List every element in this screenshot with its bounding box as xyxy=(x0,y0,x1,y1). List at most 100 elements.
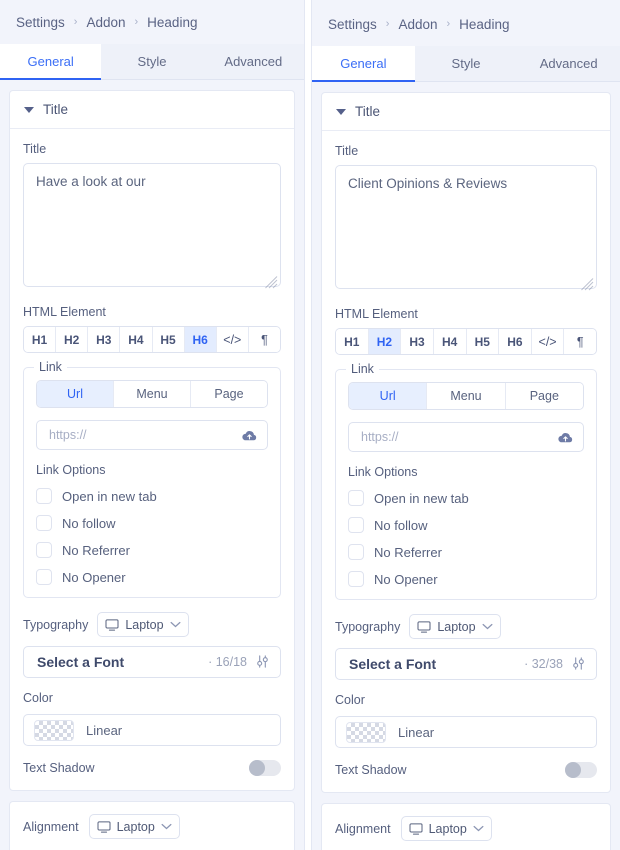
cloud-upload-icon[interactable] xyxy=(557,430,574,445)
color-swatch[interactable] xyxy=(346,721,386,743)
html-element-label: HTML Element xyxy=(335,307,418,321)
sliders-icon[interactable] xyxy=(571,657,586,671)
link-option-open-new-tab[interactable]: Open in new tab xyxy=(348,490,584,506)
html-element-code-icon[interactable]: </> xyxy=(531,329,565,354)
html-element-h2[interactable]: H2 xyxy=(56,327,89,352)
panel-content: Title Title HTML Element H1 xyxy=(312,82,620,850)
html-element-h6[interactable]: H6 xyxy=(184,327,217,352)
color-swatch[interactable] xyxy=(34,719,74,741)
html-element-h5[interactable]: H5 xyxy=(466,329,500,354)
link-url-input[interactable] xyxy=(49,428,241,442)
text-shadow-toggle[interactable] xyxy=(565,762,597,778)
checkbox-no-opener[interactable] xyxy=(36,569,52,585)
link-legend: Link xyxy=(34,360,67,374)
typography-device-select[interactable]: Laptop xyxy=(409,614,501,639)
title-section-body: Title HTML Element H1 H2 H3 H4 xyxy=(322,131,610,792)
tab-style[interactable]: Style xyxy=(101,44,202,79)
link-source-url[interactable]: Url xyxy=(349,383,428,409)
link-option-no-referrer[interactable]: No Referrer xyxy=(348,544,584,560)
font-selector[interactable]: Select a Font · 16/18 xyxy=(23,646,281,678)
link-option-no-opener[interactable]: No Opener xyxy=(36,569,268,585)
title-input[interactable] xyxy=(335,165,597,289)
link-source-menu[interactable]: Menu xyxy=(427,383,506,409)
checkbox-open-new-tab[interactable] xyxy=(348,490,364,506)
tab-advanced[interactable]: Advanced xyxy=(203,44,304,79)
link-source-page[interactable]: Page xyxy=(191,381,267,407)
font-selector[interactable]: Select a Font · 32/38 xyxy=(335,648,597,680)
html-element-label: HTML Element xyxy=(23,305,106,319)
tab-advanced[interactable]: Advanced xyxy=(517,46,620,81)
link-option-no-opener[interactable]: No Opener xyxy=(348,571,584,587)
text-shadow-row: Text Shadow xyxy=(335,762,597,778)
link-source-url[interactable]: Url xyxy=(37,381,114,407)
typography-device-label: Laptop xyxy=(125,617,164,632)
alignment-device-select[interactable]: Laptop xyxy=(88,814,180,839)
html-element-h1[interactable]: H1 xyxy=(24,327,57,352)
checkbox-no-follow[interactable] xyxy=(36,515,52,531)
breadcrumb-item-addon[interactable]: Addon xyxy=(398,17,437,32)
html-element-selector: H1 H2 H3 H4 H5 H6 </> ¶ xyxy=(23,326,281,353)
html-element-h3[interactable]: H3 xyxy=(88,327,121,352)
html-element-paragraph-icon[interactable]: ¶ xyxy=(248,327,280,352)
pilcrow-icon: ¶ xyxy=(261,332,268,347)
link-option-no-follow[interactable]: No follow xyxy=(348,517,584,533)
link-source-menu[interactable]: Menu xyxy=(114,381,191,407)
title-section-header[interactable]: Title xyxy=(322,93,610,131)
tab-style[interactable]: Style xyxy=(415,46,518,81)
cloud-upload-icon[interactable] xyxy=(241,428,258,443)
tab-general[interactable]: General xyxy=(0,44,102,80)
link-source-page[interactable]: Page xyxy=(505,383,583,409)
html-element-h1[interactable]: H1 xyxy=(336,329,369,354)
color-picker[interactable]: Linear xyxy=(335,716,597,748)
html-element-h6[interactable]: H6 xyxy=(499,329,532,354)
color-value-label: Linear xyxy=(86,722,123,738)
checkbox-label: No Opener xyxy=(374,571,438,587)
html-element-h2[interactable]: H2 xyxy=(368,329,402,354)
title-input[interactable] xyxy=(23,163,281,287)
color-picker[interactable]: Linear xyxy=(23,714,281,746)
alignment-device-select[interactable]: Laptop xyxy=(400,816,492,841)
text-shadow-toggle[interactable] xyxy=(249,760,281,776)
chevron-right-icon: › xyxy=(385,18,390,30)
link-legend: Link xyxy=(346,362,379,376)
html-element-paragraph-icon[interactable]: ¶ xyxy=(564,329,596,354)
checkbox-label: Open in new tab xyxy=(62,488,157,504)
text-shadow-row: Text Shadow xyxy=(23,760,281,776)
font-name-label: Select a Font xyxy=(37,654,125,670)
html-element-h3[interactable]: H3 xyxy=(401,329,434,354)
html-element-h4[interactable]: H4 xyxy=(120,327,153,352)
html-element-h4[interactable]: H4 xyxy=(433,329,467,354)
caret-down-icon xyxy=(336,108,346,115)
breadcrumb-item-heading[interactable]: Heading xyxy=(147,15,197,30)
link-option-open-new-tab[interactable]: Open in new tab xyxy=(36,488,268,504)
checkbox-label: No Referrer xyxy=(374,544,442,560)
checkbox-no-follow[interactable] xyxy=(348,517,364,533)
font-size-label: · 32/38 xyxy=(524,657,563,671)
html-element-h5[interactable]: H5 xyxy=(152,327,185,352)
breadcrumb-item-heading[interactable]: Heading xyxy=(459,17,509,32)
tab-general[interactable]: General xyxy=(312,46,415,82)
alignment-section-card: Alignment Laptop xyxy=(9,801,295,850)
title-section-card: Title Title HTML Element H1 xyxy=(9,90,295,791)
checkbox-no-referrer[interactable] xyxy=(36,542,52,558)
breadcrumb-item-settings[interactable]: Settings xyxy=(16,15,65,30)
caret-down-icon xyxy=(24,106,34,113)
title-section-header[interactable]: Title xyxy=(10,91,294,129)
checkbox-label: No Referrer xyxy=(62,542,130,558)
monitor-icon xyxy=(105,618,119,631)
chevron-right-icon: › xyxy=(446,18,451,30)
link-option-no-follow[interactable]: No follow xyxy=(36,515,268,531)
breadcrumb-item-addon[interactable]: Addon xyxy=(86,15,125,30)
breadcrumb-item-settings[interactable]: Settings xyxy=(328,17,377,32)
sliders-icon[interactable] xyxy=(255,655,270,669)
link-option-no-referrer[interactable]: No Referrer xyxy=(36,542,268,558)
link-url-row xyxy=(36,420,268,450)
alignment-label: Alignment xyxy=(335,821,391,836)
html-element-code-icon[interactable]: </> xyxy=(216,327,249,352)
title-section-card: Title Title HTML Element H1 xyxy=(321,92,611,793)
link-url-input[interactable] xyxy=(361,430,557,444)
checkbox-open-new-tab[interactable] xyxy=(36,488,52,504)
checkbox-no-opener[interactable] xyxy=(348,571,364,587)
typography-device-select[interactable]: Laptop xyxy=(97,612,189,637)
checkbox-no-referrer[interactable] xyxy=(348,544,364,560)
